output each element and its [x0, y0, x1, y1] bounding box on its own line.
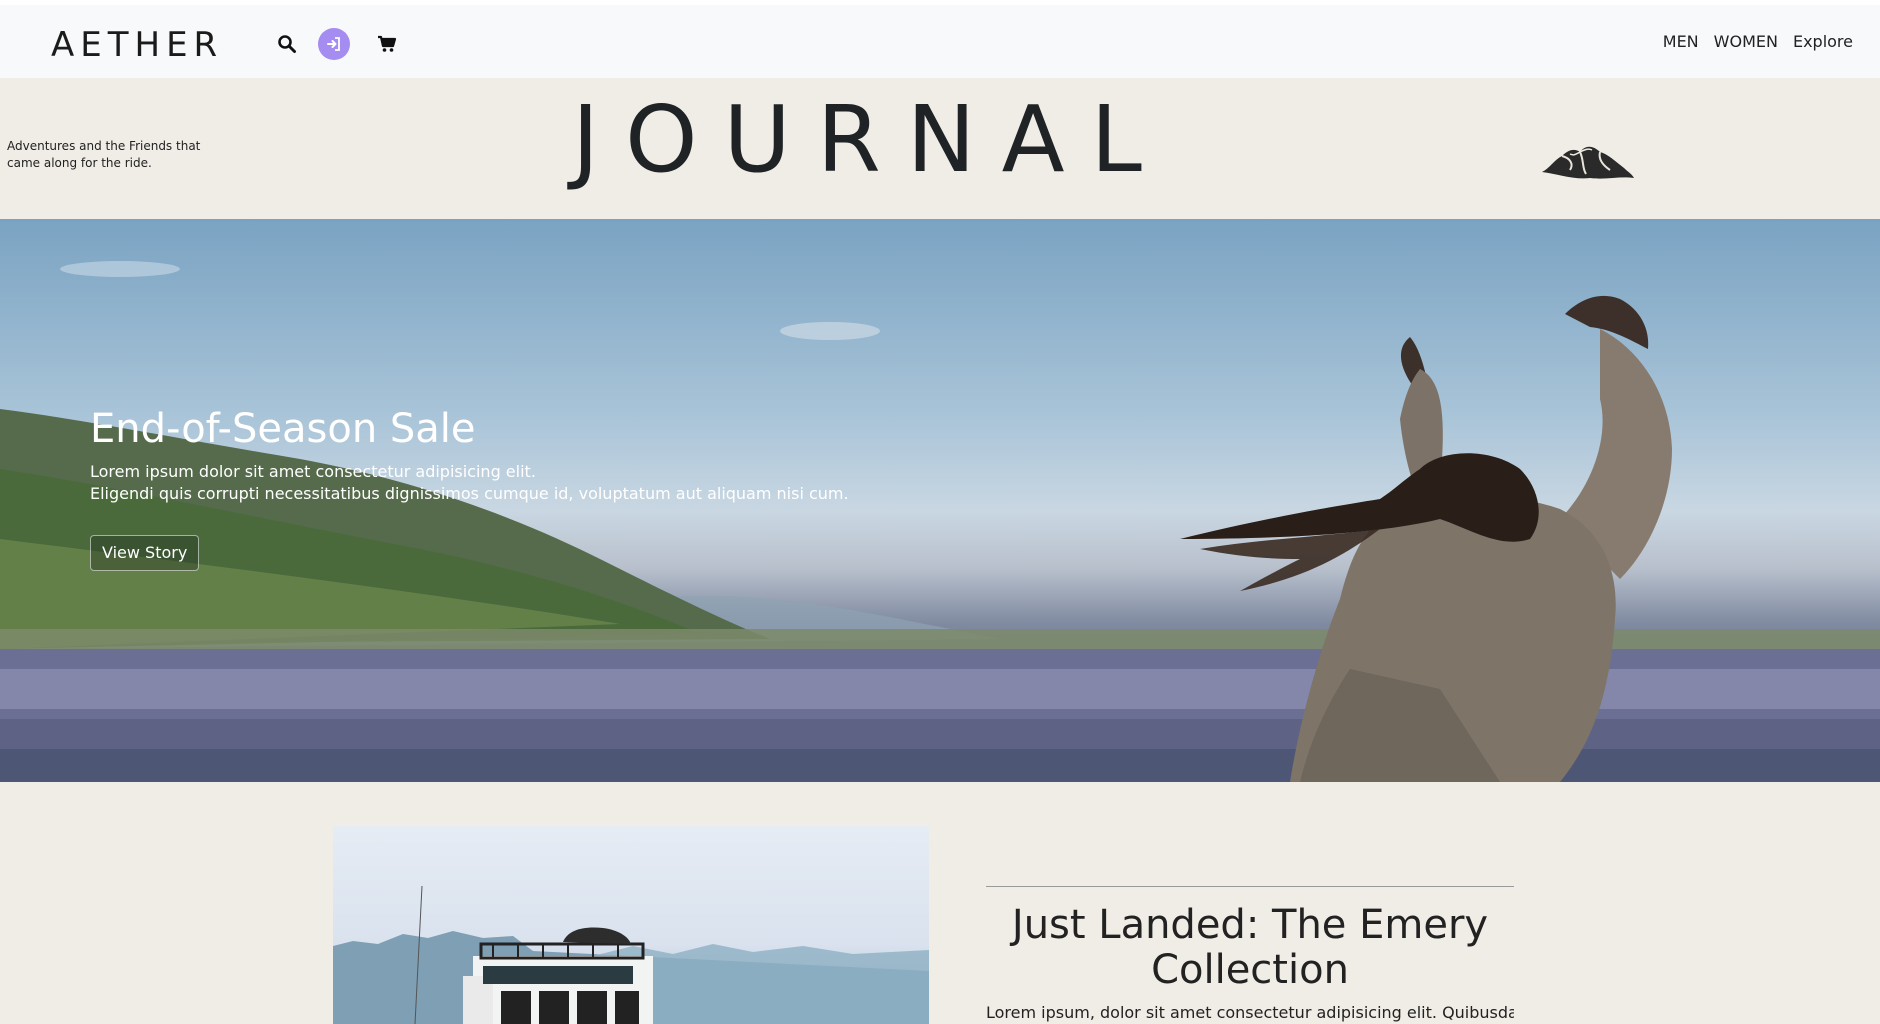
feature-title: Just Landed: The Emery Collection — [1011, 902, 1489, 993]
page-title: JOURNAL — [572, 86, 1168, 193]
brand-logo[interactable]: AETHER — [51, 25, 223, 65]
nav-link-explore[interactable]: Explore — [1793, 32, 1853, 51]
hero-text: End-of-Season Sale Lorem ipsum dolor sit… — [90, 405, 849, 505]
mountain-logo — [1542, 146, 1634, 179]
hero-title: End-of-Season Sale — [90, 406, 476, 452]
nav-links: MEN WOMEN Explore — [1663, 32, 1853, 51]
journal-header: Adventures and the Friends that came alo… — [0, 78, 1880, 219]
navbar: AETHER MEN WOMEN Explore — [0, 5, 1880, 78]
nav-link-women[interactable]: WOMEN — [1714, 32, 1778, 51]
shopping-cart-icon[interactable] — [372, 29, 402, 59]
tagline: Adventures and the Friends that came alo… — [7, 139, 201, 170]
hero-subtitle-line-2: Eligendi quis corrupti necessitatibus di… — [90, 484, 849, 503]
view-story-button[interactable]: View Story — [90, 535, 200, 571]
nav-link-men[interactable]: MEN — [1663, 32, 1699, 51]
hero-banner: End-of-Season Sale Lorem ipsum dolor sit… — [0, 219, 1880, 782]
sign-in-icon[interactable] — [318, 28, 350, 60]
feature-image — [333, 826, 929, 1024]
feature-body: Lorem ipsum, dolor sit amet consectetur … — [986, 1003, 1514, 1022]
hero-subtitle-line-1: Lorem ipsum dolor sit amet consectetur a… — [90, 462, 536, 481]
search-icon[interactable] — [272, 29, 302, 59]
section-divider — [986, 886, 1514, 887]
